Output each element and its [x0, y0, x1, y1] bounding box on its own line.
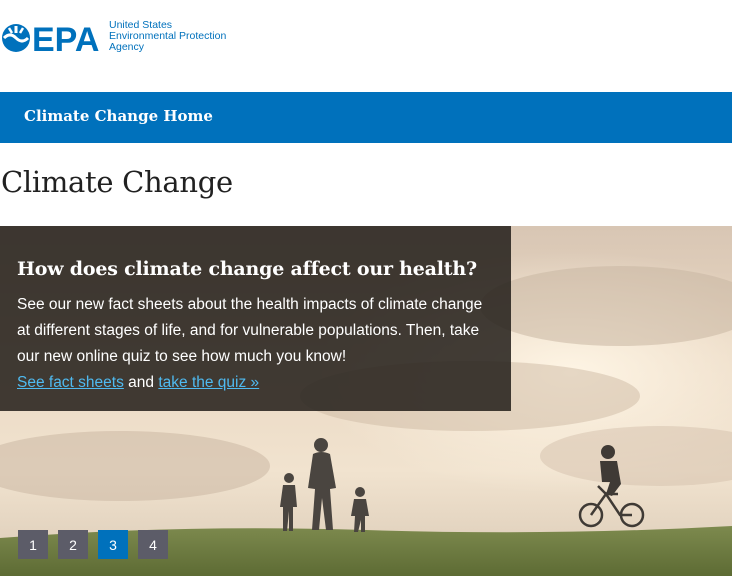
agency-name: United States Environmental Protection A… — [109, 20, 226, 53]
pager-button-1[interactable]: 1 — [18, 530, 48, 559]
nav-climate-change-home[interactable]: Climate Change Home — [24, 107, 213, 125]
pager-button-3[interactable]: 3 — [98, 530, 128, 559]
epa-logo[interactable]: EPA — [0, 20, 104, 56]
hero-title: How does climate change affect our healt… — [17, 258, 477, 280]
see-fact-sheets-link[interactable]: See fact sheets — [17, 374, 124, 391]
pager-button-2[interactable]: 2 — [58, 530, 88, 559]
hero-connector: and — [128, 374, 155, 391]
agency-line-3: Agency — [109, 41, 145, 53]
svg-text:EPA: EPA — [32, 21, 99, 56]
take-the-quiz-link[interactable]: take the quiz » — [158, 374, 259, 391]
carousel-pager: 1 2 3 4 — [18, 530, 168, 559]
hero-links: See fact sheets and take the quiz » — [17, 370, 494, 396]
epa-logo-mark-icon: EPA — [2, 21, 99, 56]
site-header: EPA United States Environmental Protecti… — [0, 0, 732, 92]
hero-caption: How does climate change affect our healt… — [0, 226, 511, 411]
main-navbar: Climate Change Home — [0, 92, 732, 143]
hero-carousel: How does climate change affect our healt… — [0, 226, 732, 576]
hero-body: See our new fact sheets about the health… — [17, 296, 483, 365]
page-title: Climate Change — [1, 165, 233, 199]
pager-button-4[interactable]: 4 — [138, 530, 168, 559]
